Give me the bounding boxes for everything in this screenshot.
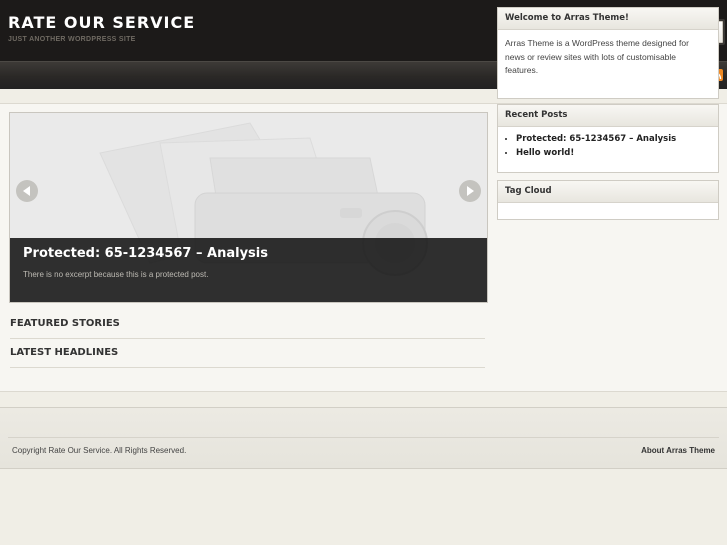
slide-caption: Protected: 65-1234567 – Analysis There i… <box>10 238 487 302</box>
site-footer: Copyright Rate Our Service. All Rights R… <box>0 407 727 469</box>
widget-text: Arras Theme is a WordPress theme designe… <box>505 38 689 75</box>
site-tagline: JUST ANOTHER WORDPRESS SITE <box>8 36 136 43</box>
welcome-widget: Welcome to Arras Theme! Arras Theme is a… <box>497 7 719 99</box>
widget-title: Recent Posts <box>498 105 718 127</box>
site-title[interactable]: RATE OUR SERVICE <box>8 13 195 32</box>
slide-title[interactable]: Protected: 65-1234567 – Analysis <box>23 246 268 261</box>
recent-posts-list: Protected: 65-1234567 – Analysis Hello w… <box>498 132 718 160</box>
arrow-right-icon[interactable] <box>459 180 481 202</box>
about-theme-link[interactable]: About Arras Theme <box>641 446 715 455</box>
footer-divider <box>8 437 719 438</box>
slide-excerpt: There is no excerpt because this is a pr… <box>23 270 209 279</box>
featured-slideshow[interactable]: Protected: 65-1234567 – Analysis There i… <box>9 112 488 303</box>
latest-headlines-heading: LATEST HEADLINES <box>10 339 485 368</box>
widget-title: Tag Cloud <box>498 181 718 203</box>
recent-post-link[interactable]: Protected: 65-1234567 – Analysis <box>516 132 718 146</box>
arrow-left-icon[interactable] <box>16 180 38 202</box>
featured-stories-heading: FEATURED STORIES <box>10 310 485 339</box>
recent-posts-widget: Recent Posts Protected: 65-1234567 – Ana… <box>497 104 719 173</box>
footer-copyright: Copyright Rate Our Service. All Rights R… <box>12 446 187 455</box>
recent-post-link[interactable]: Hello world! <box>516 146 718 160</box>
tag-cloud-widget: Tag Cloud <box>497 180 719 220</box>
widget-title: Welcome to Arras Theme! <box>498 8 718 30</box>
